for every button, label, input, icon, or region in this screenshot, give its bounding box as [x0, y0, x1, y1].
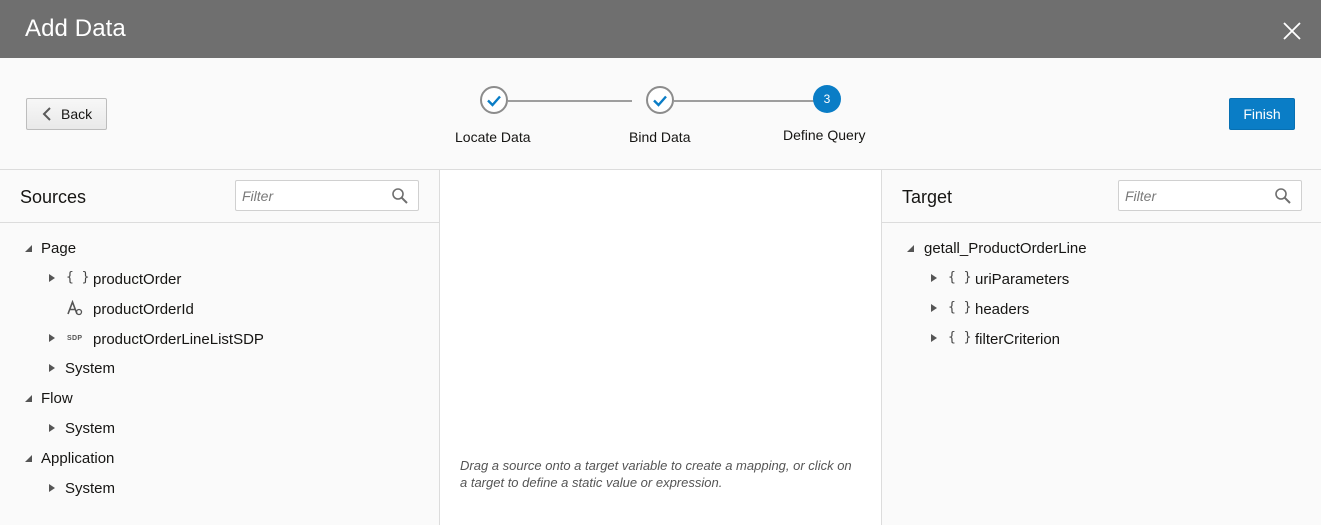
tree-item-app-system[interactable]: System — [65, 477, 115, 499]
dialog-title: Add Data — [25, 15, 126, 42]
object-icon: { } — [948, 300, 972, 315]
sdp-icon: SDP — [67, 335, 83, 342]
target-title: Target — [902, 187, 953, 207]
object-icon: { } — [66, 270, 90, 285]
tree-item-flow-system[interactable]: System — [65, 417, 115, 439]
check-icon — [653, 95, 667, 107]
search-icon[interactable] — [1274, 187, 1292, 205]
train-connector — [508, 100, 632, 102]
tree-item-page-system[interactable]: System — [65, 357, 115, 379]
tree-item-product-order-line-list-sdp[interactable]: productOrderLineListSDP — [93, 328, 264, 350]
mapping-canvas[interactable]: Drag a source onto a target variable to … — [440, 170, 881, 525]
target-panel: Target getall_ProductOrderLine { } uriPa… — [881, 170, 1321, 525]
chevron-left-icon — [42, 107, 51, 121]
tree-item-product-order[interactable]: productOrder — [93, 268, 181, 290]
sources-filter — [235, 180, 419, 211]
sources-panel: Sources Page { } productOrder productOrd… — [0, 170, 440, 525]
tree-item-page[interactable]: Page — [41, 237, 76, 259]
collapsed-triangle-icon[interactable] — [929, 273, 939, 283]
collapsed-triangle-icon[interactable] — [47, 273, 57, 283]
tree-item-headers[interactable]: headers — [975, 298, 1029, 320]
tree-item-filter-criterion[interactable]: filterCriterion — [975, 328, 1060, 350]
step-bind-data-indicator[interactable] — [646, 86, 674, 114]
target-filter-input[interactable] — [1119, 181, 1269, 210]
sources-filter-input[interactable] — [236, 181, 386, 210]
expanded-triangle-icon[interactable] — [23, 453, 33, 463]
step-define-query-indicator[interactable]: 3 — [813, 85, 841, 113]
sources-title: Sources — [20, 187, 87, 207]
collapsed-triangle-icon[interactable] — [47, 363, 57, 373]
collapsed-triangle-icon[interactable] — [929, 333, 939, 343]
back-label: Back — [61, 106, 93, 122]
step-label: Locate Data — [455, 129, 531, 145]
tree-item-product-order-id[interactable]: productOrderId — [93, 298, 194, 320]
mapping-hint: Drag a source onto a target variable to … — [460, 458, 852, 490]
back-button[interactable]: Back — [26, 98, 107, 130]
step-label: Bind Data — [629, 129, 691, 145]
tree-item-getall-product-order-line[interactable]: getall_ProductOrderLine — [924, 237, 1087, 259]
close-icon[interactable] — [1280, 19, 1304, 43]
target-filter — [1118, 180, 1302, 211]
sources-header: Sources — [0, 170, 439, 223]
dialog-titlebar: Add Data — [0, 0, 1321, 58]
train-connector — [674, 100, 814, 102]
tree-item-flow[interactable]: Flow — [41, 387, 73, 409]
wizard-bar: Back Locate Data Bind Data 3 Define Quer… — [0, 58, 1321, 170]
object-icon: { } — [948, 330, 972, 345]
collapsed-triangle-icon[interactable] — [47, 333, 57, 343]
object-icon: { } — [948, 270, 972, 285]
finish-button[interactable]: Finish — [1229, 98, 1295, 130]
collapsed-triangle-icon[interactable] — [47, 483, 57, 493]
collapsed-triangle-icon[interactable] — [47, 423, 57, 433]
search-icon[interactable] — [391, 187, 409, 205]
expanded-triangle-icon[interactable] — [905, 243, 915, 253]
collapsed-triangle-icon[interactable] — [929, 303, 939, 313]
expanded-triangle-icon[interactable] — [23, 393, 33, 403]
tree-item-uri-parameters[interactable]: uriParameters — [975, 268, 1069, 290]
string-type-icon — [67, 300, 83, 316]
expanded-triangle-icon[interactable] — [23, 243, 33, 253]
check-icon — [487, 95, 501, 107]
tree-item-application[interactable]: Application — [41, 447, 114, 469]
step-label: Define Query — [783, 127, 866, 143]
target-header: Target — [882, 170, 1321, 223]
step-locate-data-indicator[interactable] — [480, 86, 508, 114]
